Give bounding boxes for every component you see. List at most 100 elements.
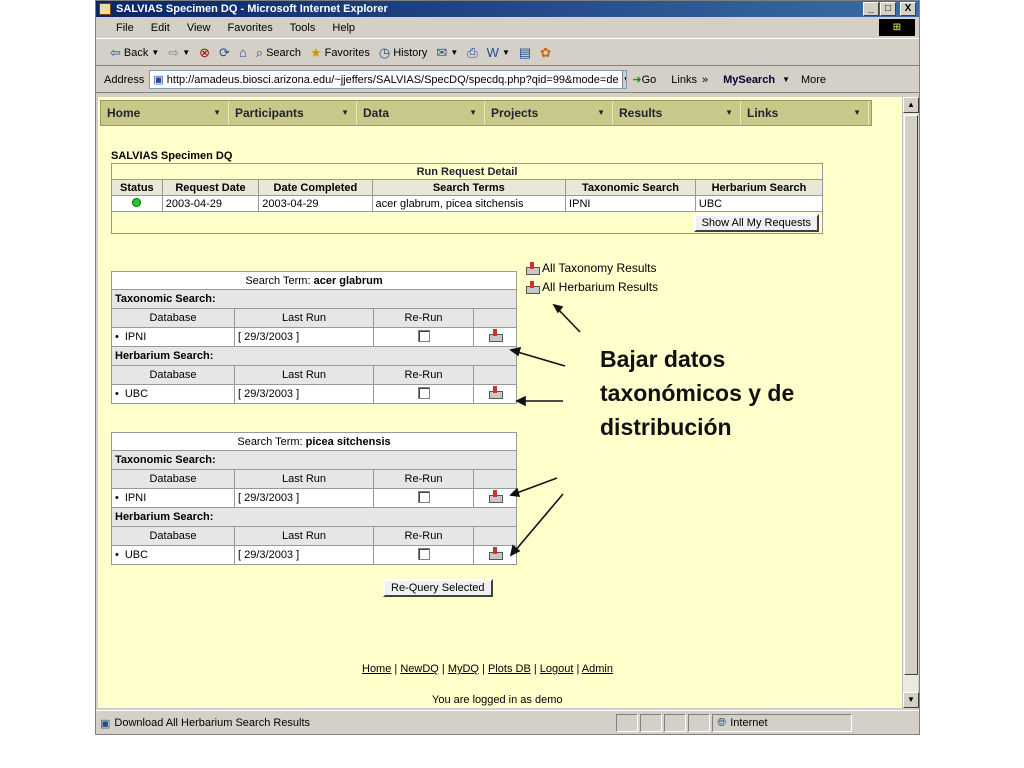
search-icon: ⌕: [255, 44, 264, 60]
chevron-icon[interactable]: »: [702, 74, 708, 86]
window-title: SALVIAS Specimen DQ - Microsoft Internet…: [116, 3, 388, 15]
edit-button[interactable]: W ▼: [487, 40, 510, 66]
download-icon[interactable]: [488, 547, 503, 560]
col-request-date: Request Date: [161, 179, 260, 196]
menu-edit[interactable]: Edit: [151, 22, 170, 34]
nav-results[interactable]: Results ▼: [613, 101, 741, 125]
taxonomic-search-label: Taxonomic Search:: [111, 450, 517, 470]
discuss-button[interactable]: ▤: [519, 40, 531, 66]
address-label: Address: [104, 73, 145, 86]
logged-in-text: You are logged in as demo: [432, 694, 563, 706]
vertical-scrollbar[interactable]: ▲ ▼: [902, 97, 919, 708]
nav-projects[interactable]: Projects ▼: [485, 101, 613, 125]
messenger-icon: ✿: [540, 44, 552, 60]
forward-arrow-icon: ⇨: [168, 44, 180, 60]
requery-selected-button[interactable]: Re-Query Selected: [383, 579, 493, 597]
all-herbarium-link[interactable]: All Herbarium Results: [525, 278, 658, 297]
annotation-text: Bajar datos taxonómicos y de distribució…: [600, 346, 795, 440]
address-dropdown[interactable]: ▼: [621, 71, 627, 88]
title-bar: SALVIAS Specimen DQ - Microsoft Internet…: [96, 1, 919, 17]
request-date: 2003-04-29: [161, 195, 260, 212]
rerun-checkbox[interactable]: [417, 329, 430, 342]
favorites-icon: ★: [309, 44, 322, 60]
status-cell: [111, 195, 163, 212]
mysearch-button[interactable]: MySearch: [721, 73, 778, 86]
scroll-up-icon[interactable]: ▲: [903, 97, 919, 113]
mysearch-dropdown[interactable]: ▼: [782, 75, 790, 84]
all-taxonomy-link[interactable]: All Taxonomy Results: [525, 259, 658, 278]
printer-icon: ⎙: [467, 44, 478, 60]
go-arrow-icon: ➜: [632, 74, 642, 86]
page-icon: ▣: [153, 74, 164, 86]
caret-icon: ▼: [469, 108, 477, 117]
footer-newdq[interactable]: NewDQ: [400, 663, 439, 675]
print-button[interactable]: ⎙: [467, 40, 477, 66]
nav-home[interactable]: Home ▼: [101, 101, 229, 125]
messenger-button[interactable]: ✿: [540, 40, 551, 66]
menu-help[interactable]: Help: [332, 22, 355, 34]
scroll-thumb[interactable]: [904, 115, 918, 675]
herbarium-search: UBC: [694, 195, 824, 212]
maximize-button[interactable]: □: [880, 2, 896, 16]
download-icon[interactable]: [488, 490, 503, 503]
back-button[interactable]: ⇦ Back ▼: [110, 40, 159, 66]
rerun-checkbox[interactable]: [417, 386, 430, 399]
footer-admin[interactable]: Admin: [582, 663, 613, 675]
footer-logout[interactable]: Logout: [540, 663, 574, 675]
show-all-requests-button[interactable]: Show All My Requests: [693, 213, 819, 232]
taxonomic-search: IPNI: [565, 195, 696, 212]
database-ipni: IPNI: [111, 488, 235, 508]
address-input[interactable]: ▣ http://amadeus.biosci.arizona.edu/~jje…: [149, 70, 628, 89]
footer-plots-db[interactable]: Plots DB: [488, 663, 531, 675]
forward-button[interactable]: ⇨ ▼: [168, 40, 190, 66]
refresh-button[interactable]: ⟳: [219, 40, 230, 66]
menu-file[interactable]: File: [116, 22, 134, 34]
site-nav: Home ▼ Participants ▼ Data ▼ Projects ▼ Resu…: [100, 100, 872, 126]
mail-button[interactable]: ✉ ▼: [436, 40, 458, 66]
database-ubc: UBC: [111, 384, 235, 404]
nav-participants[interactable]: Participants ▼: [229, 101, 357, 125]
menu-tools[interactable]: Tools: [290, 22, 316, 34]
nav-links[interactable]: Links ▼: [741, 101, 869, 125]
zone-text: Internet: [730, 717, 768, 729]
herbarium-search-label: Herbarium Search:: [111, 507, 517, 527]
menu-view[interactable]: View: [187, 22, 211, 34]
col-search-terms: Search Terms: [371, 179, 567, 196]
scroll-down-icon[interactable]: ▼: [903, 692, 919, 708]
stop-icon: ⊗: [199, 44, 211, 60]
favorites-button[interactable]: ★ Favorites: [310, 40, 370, 66]
nav-data[interactable]: Data ▼: [357, 101, 485, 125]
stop-button[interactable]: ⊗: [199, 40, 210, 66]
download-icon[interactable]: [488, 386, 503, 399]
footer-mydq[interactable]: MyDQ: [448, 663, 479, 675]
run-request-table: Run Request Detail Status Request Date D…: [111, 163, 824, 234]
last-run: [ 29/3/2003 ]: [234, 384, 374, 404]
search-term-table-1: Search Term: acer glabrum Taxonomic Sear…: [111, 271, 517, 404]
database-ipni: IPNI: [111, 327, 235, 347]
caret-icon: ▼: [853, 108, 861, 117]
footer-links: Home | NewDQ | MyDQ | Plots DB | Logout …: [362, 663, 613, 675]
search-button[interactable]: ⌕ Search: [256, 40, 301, 66]
menu-favorites[interactable]: Favorites: [228, 22, 273, 34]
more-button[interactable]: More: [801, 74, 826, 86]
minimize-button[interactable]: _: [863, 2, 879, 16]
rerun-checkbox[interactable]: [417, 547, 430, 560]
run-request-heading: Run Request Detail: [111, 163, 823, 180]
rerun-checkbox[interactable]: [417, 490, 430, 503]
close-button[interactable]: X: [900, 2, 916, 16]
globe-icon: 🌐︎: [717, 716, 727, 729]
database-ubc: UBC: [111, 545, 235, 565]
status-green-icon: [132, 197, 142, 207]
footer-home[interactable]: Home: [362, 663, 391, 675]
refresh-icon: ⟳: [219, 44, 230, 60]
col-status: Status: [111, 179, 163, 196]
download-icon[interactable]: [488, 329, 503, 342]
caret-icon: ▼: [213, 108, 221, 117]
history-button[interactable]: ◷ History: [379, 40, 428, 66]
herbarium-search-label: Herbarium Search:: [111, 346, 517, 366]
home-button[interactable]: ⌂: [239, 40, 247, 66]
go-button[interactable]: ➜Go: [632, 73, 656, 86]
caret-icon: ▼: [597, 108, 605, 117]
links-button[interactable]: Links: [671, 74, 697, 86]
home-icon: ⌂: [238, 44, 247, 60]
